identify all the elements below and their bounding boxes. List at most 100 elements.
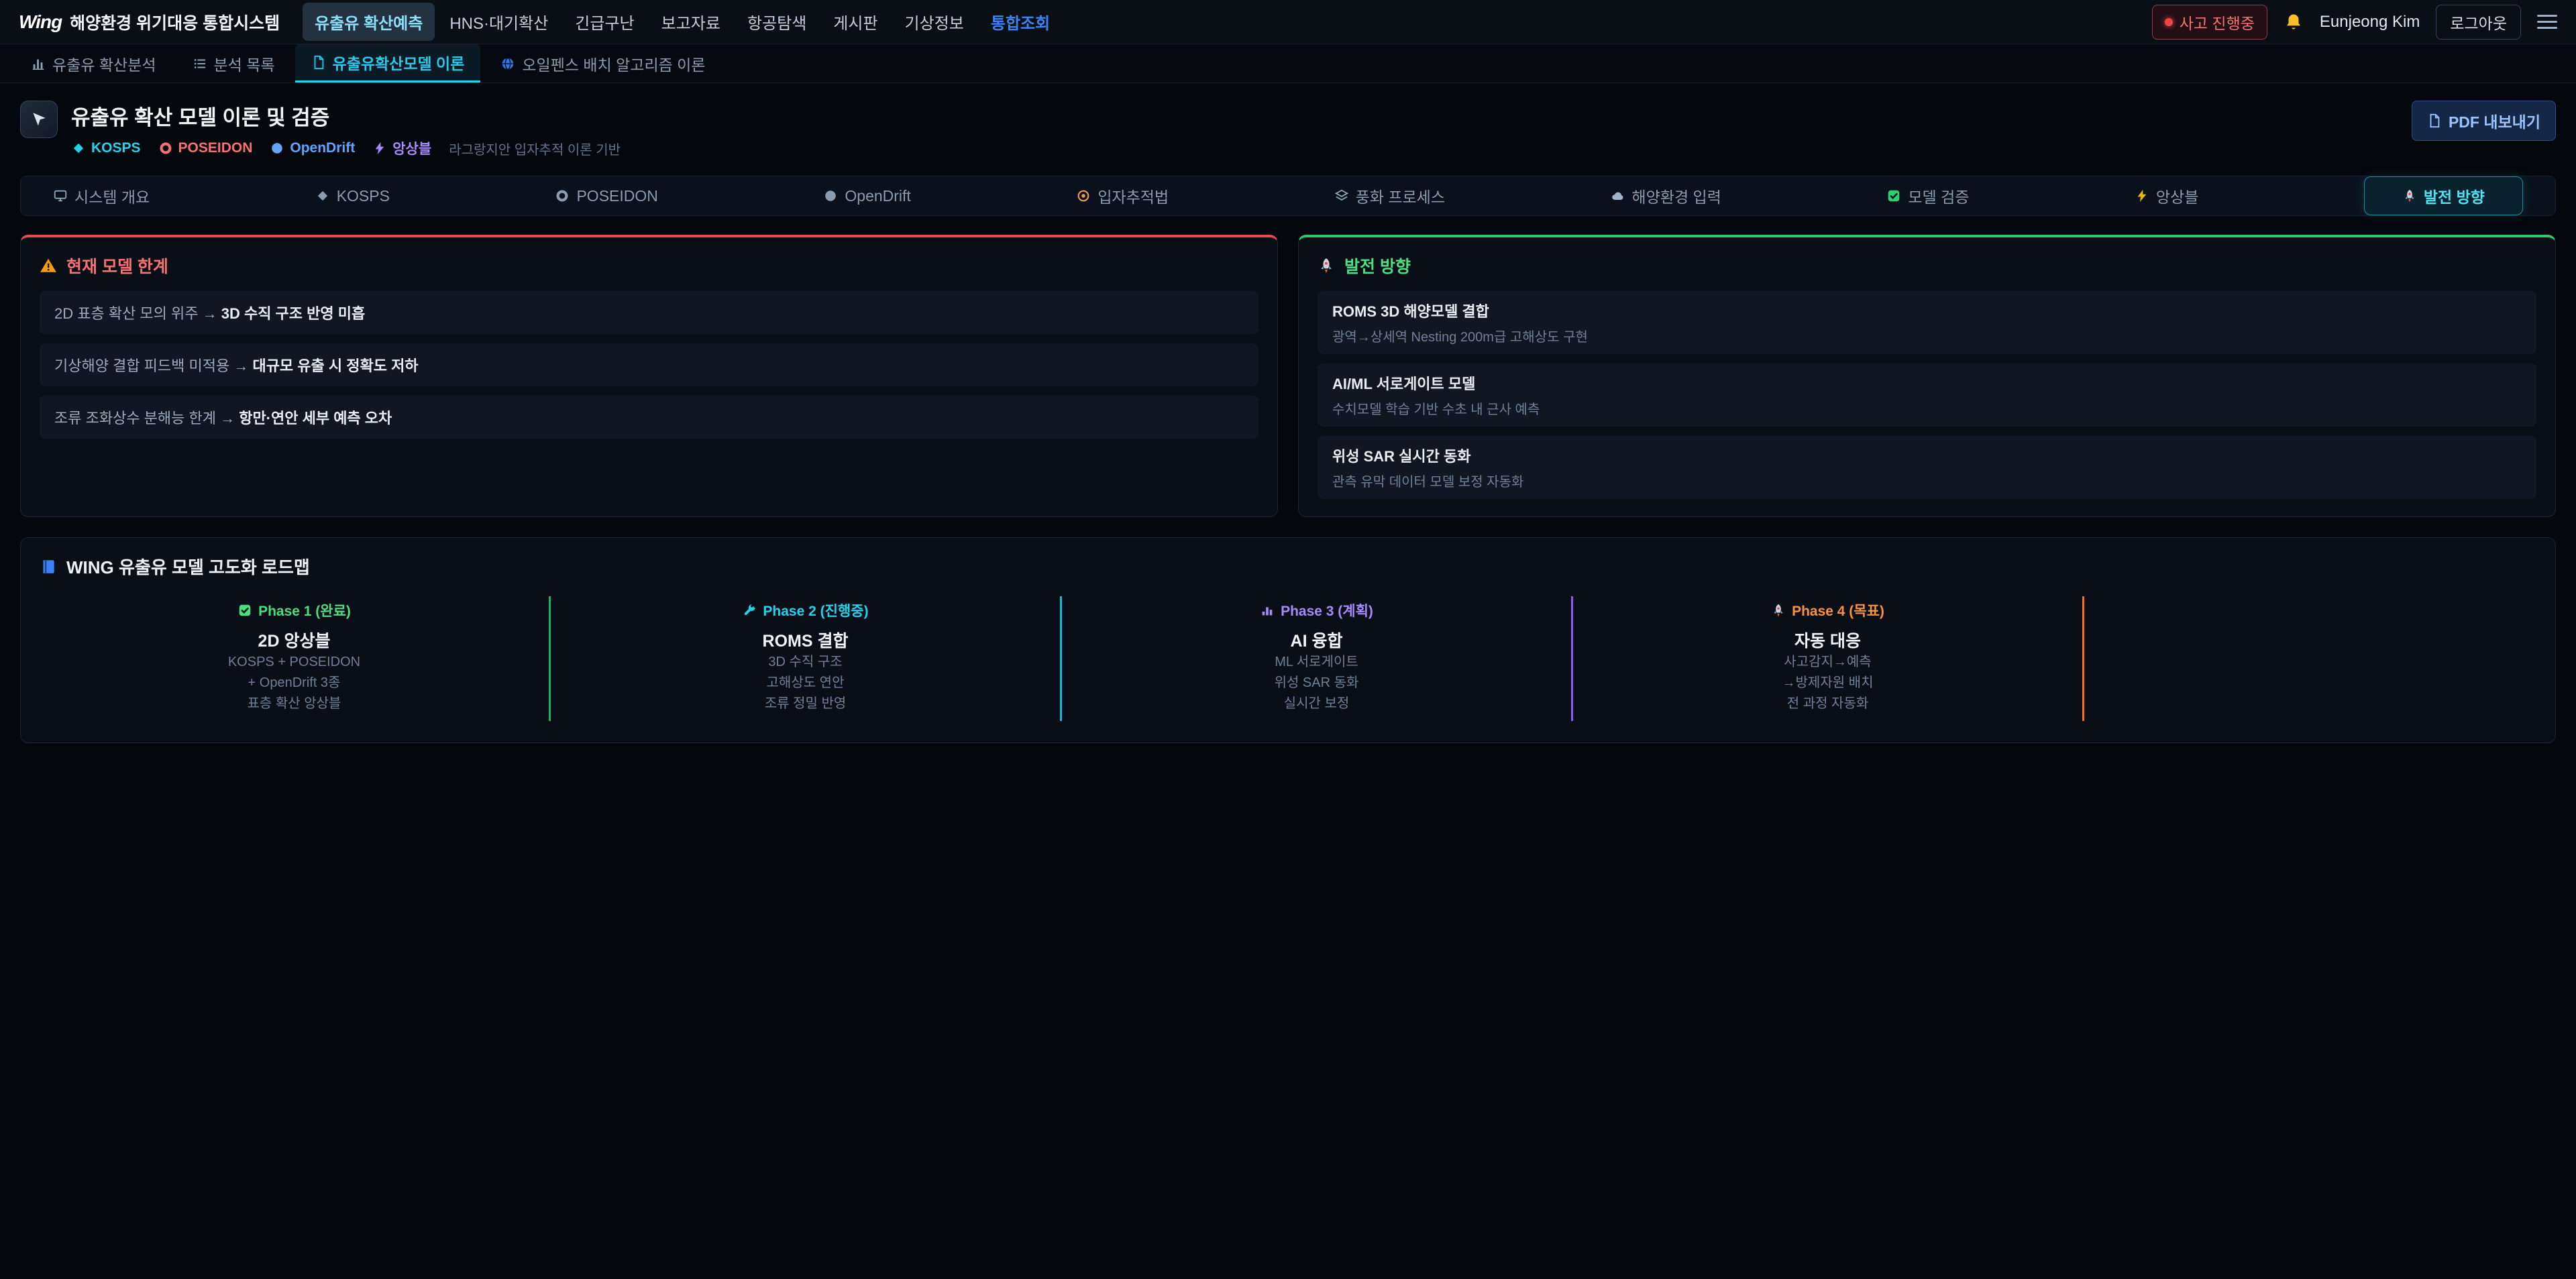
snav-item-particle-tracking[interactable]: 입자추적법 <box>1076 184 1169 207</box>
phase-column-4: Phase 4 (목표) 자동 대응 사고감지→예측 →방제자원 배치 전 과정… <box>1573 596 2084 721</box>
snav-item-future-direction[interactable]: 발전 방향 <box>2364 176 2523 215</box>
phase-title: 자동 대응 <box>1573 628 2082 652</box>
ring-icon <box>555 188 570 203</box>
snav-item-poseidon[interactable]: POSEIDON <box>555 187 657 205</box>
tab-label: 유출유 확산분석 <box>52 52 156 75</box>
phase-column-2: Phase 2 (진행중) ROMS 결합 3D 수직 구조 고해상도 연안 조… <box>551 596 1062 721</box>
model-badge-row: KOSPS POSEIDON OpenDrift 앙상블 라그랑지안 입자추적 … <box>71 138 621 158</box>
globe-icon <box>500 56 515 71</box>
phase-title: AI 융합 <box>1062 628 1571 652</box>
diamond-icon <box>315 188 330 203</box>
item-title: ROMS 3D 해양모델 결합 <box>1332 300 2522 321</box>
tab-oilfence-algorithm-theory[interactable]: 오일펜스 배치 알고리즘 이론 <box>484 44 721 82</box>
limitations-card-header: 현재 모델 한계 <box>21 237 1277 282</box>
document-icon <box>2427 113 2442 128</box>
main-content: 유출유 확산 모델 이론 및 검증 KOSPS POSEIDON OpenDri… <box>0 83 2576 743</box>
tab-label: 유출유확산모델 이론 <box>333 51 465 74</box>
tab-model-theory[interactable]: 유출유확산모델 이론 <box>295 44 481 82</box>
roadmap-header: WING 유출유 모델 고도화 로드맵 <box>40 554 2536 579</box>
nav-item-board[interactable]: 게시판 <box>821 3 890 41</box>
incident-status-label: 사고 진행중 <box>2180 11 2255 34</box>
brand-title: 해양환경 위기대응 통합시스템 <box>70 10 280 34</box>
phase-column-3: Phase 3 (계획) AI 융합 ML 서로게이트 위성 SAR 동화 실시… <box>1062 596 1573 721</box>
item-desc: 수치모델 학습 기반 수초 내 근사 예측 <box>1332 398 2522 418</box>
development-item: ROMS 3D 해양모델 결합 광역→상세역 Nesting 200m급 고해상… <box>1318 291 2536 354</box>
check-square-icon <box>237 603 252 618</box>
phase-title: ROMS 결합 <box>551 628 1060 652</box>
limitations-card: 현재 모델 한계 2D 표층 확산 모의 위주 → 3D 수직 구조 반영 미흡… <box>20 235 1278 517</box>
brand: Wing 해양환경 위기대응 통합시스템 <box>19 10 280 34</box>
badge-ensemble: 앙상블 <box>372 138 431 158</box>
document-icon <box>311 55 326 70</box>
bell-icon[interactable] <box>2284 12 2304 32</box>
ring-icon <box>158 141 173 156</box>
development-item: 위성 SAR 실시간 동화 관측 유막 데이터 모델 보정 자동화 <box>1318 436 2536 499</box>
brand-logo: Wing <box>19 11 62 33</box>
cloud-icon <box>1611 188 1625 203</box>
snav-item-kosps[interactable]: KOSPS <box>315 187 390 205</box>
phase-line: + OpenDrift 3종 <box>40 673 549 693</box>
roadmap-phases: Phase 1 (완료) 2D 앙상블 KOSPS + POSEIDON + O… <box>40 596 2536 721</box>
tab-spill-analysis[interactable]: 유출유 확산분석 <box>15 44 172 82</box>
card-title: 현재 모델 한계 <box>66 254 168 278</box>
phase-line: 3D 수직 구조 <box>551 652 1060 673</box>
nav-item-integrated-search[interactable]: 통합조회 <box>979 3 1062 41</box>
layers-icon <box>1334 188 1349 203</box>
tab-analysis-list[interactable]: 분석 목록 <box>176 44 291 82</box>
roadmap-card: WING 유출유 모델 고도화 로드맵 Phase 1 (완료) 2D 앙상블 … <box>20 537 2556 743</box>
phase-line: 조류 정밀 반영 <box>551 693 1060 714</box>
incident-status-badge[interactable]: 사고 진행중 <box>2152 5 2267 40</box>
incident-dot-icon <box>2165 18 2173 26</box>
development-item: AI/ML 서로게이트 모델 수치모델 학습 기반 수초 내 근사 예측 <box>1318 364 2536 427</box>
snav-item-ensemble[interactable]: 앙상블 <box>2135 184 2198 207</box>
rocket-icon <box>1318 257 1335 274</box>
pdf-export-button[interactable]: PDF 내보내기 <box>2412 101 2556 141</box>
phase-line: 위성 SAR 동화 <box>1062 673 1571 693</box>
nav-item-oil-spill-prediction[interactable]: 유출유 확산예측 <box>303 3 435 41</box>
roadmap-title: WING 유출유 모델 고도화 로드맵 <box>66 554 310 579</box>
sub-tabbar: 유출유 확산분석 분석 목록 유출유확산모델 이론 오일펜스 배치 알고리즘 이… <box>0 44 2576 83</box>
nav-item-reports[interactable]: 보고자료 <box>649 3 733 41</box>
item-desc: 관측 유막 데이터 모델 보정 자동화 <box>1332 471 2522 490</box>
snav-item-opendrift[interactable]: OpenDrift <box>823 187 910 205</box>
nav-item-hns-atmospheric[interactable]: HNS·대기확산 <box>437 3 560 41</box>
user-name: Eunjeong Kim <box>2320 13 2420 32</box>
hamburger-menu-icon[interactable] <box>2537 15 2557 29</box>
monitor-icon <box>53 188 68 203</box>
phase-badge: Phase 2 (진행중) <box>742 600 868 620</box>
logout-button[interactable]: 로그아웃 <box>2436 5 2521 40</box>
nav-item-weather-info[interactable]: 기상정보 <box>893 3 976 41</box>
snav-item-overview[interactable]: 시스템 개요 <box>53 184 150 207</box>
wrench-icon <box>742 603 757 618</box>
phase-line: 실시간 보정 <box>1062 693 1571 714</box>
phase-column-1: Phase 1 (완료) 2D 앙상블 KOSPS + POSEIDON + O… <box>40 596 551 721</box>
diamond-icon <box>71 141 86 156</box>
list-icon <box>193 56 207 71</box>
phase-line: →방제자원 배치 <box>1573 673 2082 693</box>
chart-icon <box>31 56 46 71</box>
page-header: 유출유 확산 모델 이론 및 검증 KOSPS POSEIDON OpenDri… <box>20 101 2556 158</box>
snav-item-model-validation[interactable]: 모델 검증 <box>1886 184 1969 207</box>
circle-icon <box>270 141 284 156</box>
nav-item-aerial-search[interactable]: 항공탐색 <box>735 3 818 41</box>
nav-item-emergency-rescue[interactable]: 긴급구난 <box>563 3 646 41</box>
check-square-icon <box>1886 188 1901 203</box>
badge-poseidon: POSEIDON <box>158 140 253 156</box>
bar-chart-icon <box>1260 603 1275 618</box>
section-nav: 시스템 개요 KOSPS POSEIDON OpenDrift 입자추적법 풍화… <box>20 176 2556 216</box>
phase-badge: Phase 4 (목표) <box>1771 600 1884 620</box>
item-desc: 광역→상세역 Nesting 200m급 고해상도 구현 <box>1332 326 2522 345</box>
pointer-icon <box>20 101 58 138</box>
circle-icon <box>823 188 838 203</box>
snav-item-ocean-env-input[interactable]: 해양환경 입력 <box>1611 184 1721 207</box>
item-title: AI/ML 서로게이트 모델 <box>1332 372 2522 394</box>
phase-badge: Phase 3 (계획) <box>1260 600 1373 620</box>
tab-label: 분석 목록 <box>214 52 275 75</box>
phase-badge: Phase 1 (완료) <box>237 600 351 620</box>
top-navbar: Wing 해양환경 위기대응 통합시스템 유출유 확산예측 HNS·대기확산 긴… <box>0 0 2576 44</box>
book-icon <box>40 558 57 575</box>
snav-item-weathering-process[interactable]: 풍화 프로세스 <box>1334 184 1445 207</box>
item-title: 위성 SAR 실시간 동화 <box>1332 445 2522 466</box>
navbar-right: 사고 진행중 Eunjeong Kim 로그아웃 <box>2152 5 2557 40</box>
bolt-icon <box>372 141 387 156</box>
